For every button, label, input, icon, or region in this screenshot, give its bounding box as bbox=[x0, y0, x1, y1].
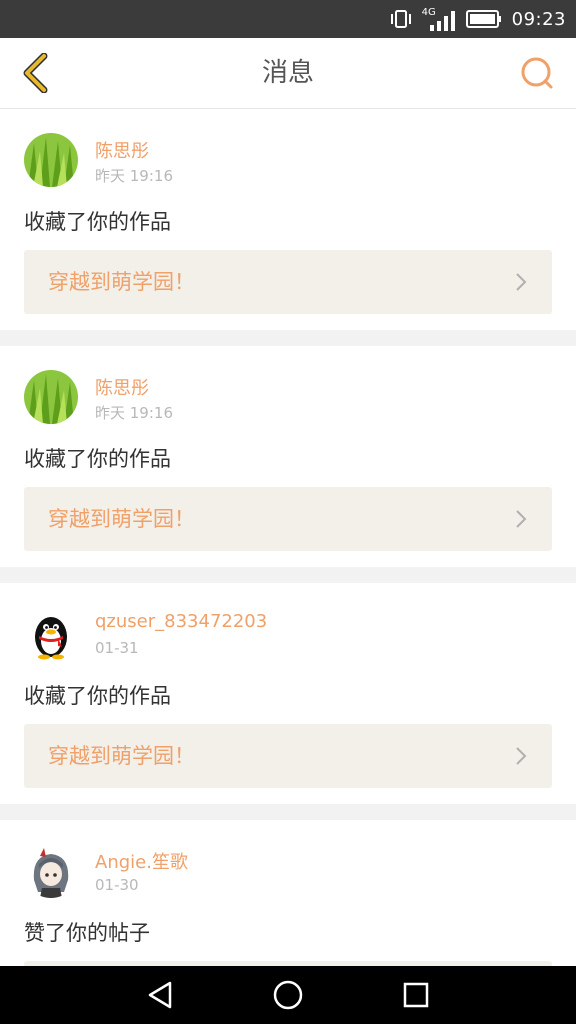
avatar[interactable] bbox=[24, 607, 78, 661]
work-title: 穿越到萌学园！ bbox=[48, 270, 195, 294]
username[interactable]: 陈思彤 bbox=[95, 374, 149, 400]
grass-avatar-icon bbox=[24, 370, 78, 424]
chevron-right-icon bbox=[516, 747, 527, 765]
work-link[interactable]: 穿越到萌学园！ bbox=[24, 487, 552, 551]
avatar[interactable] bbox=[24, 370, 78, 424]
message-card: qzuser_833472203 01-31 收藏了你的作品 穿越到萌学园！ bbox=[0, 583, 576, 804]
page-title: 消息 bbox=[261, 58, 314, 88]
battery-icon bbox=[465, 10, 501, 28]
chevron-right-icon bbox=[516, 273, 527, 291]
username[interactable]: 陈思彤 bbox=[95, 137, 149, 163]
message-card: 陈思彤 昨天 19:16 收藏了你的作品 穿越到萌学园！ bbox=[0, 109, 576, 330]
anime-girl-avatar-icon bbox=[33, 848, 69, 898]
vibrate-icon bbox=[390, 10, 411, 28]
action-text: 收藏了你的作品 bbox=[24, 684, 171, 708]
message-time: 昨天 19:16 bbox=[95, 167, 173, 185]
action-text: 赞了你的帖子 bbox=[24, 921, 150, 945]
recents-square-icon bbox=[403, 982, 429, 1008]
penguin-avatar-icon bbox=[35, 617, 67, 660]
status-time: 09:23 bbox=[511, 8, 566, 30]
avatar[interactable] bbox=[24, 133, 78, 187]
work-title: 穿越到萌学园！ bbox=[48, 507, 195, 531]
header: 消息 bbox=[0, 38, 576, 109]
search-button[interactable] bbox=[516, 52, 558, 94]
username[interactable]: qzuser_833472203 bbox=[95, 611, 267, 632]
nav-recents-button[interactable] bbox=[396, 975, 436, 1015]
message-list: 陈思彤 昨天 19:16 收藏了你的作品 穿越到萌学园！ 陈思彤 昨天 19:1… bbox=[0, 109, 576, 966]
avatar[interactable] bbox=[24, 844, 78, 898]
back-triangle-icon bbox=[148, 981, 172, 1009]
message-card: 陈思彤 昨天 19:16 收藏了你的作品 穿越到萌学园！ bbox=[0, 346, 576, 567]
message-time: 01-30 bbox=[95, 876, 139, 894]
work-link[interactable]: 穿越到萌学园！ bbox=[24, 250, 552, 314]
message-time: 01-31 bbox=[95, 639, 139, 657]
nav-back-button[interactable] bbox=[140, 975, 180, 1015]
message-time: 昨天 19:16 bbox=[95, 404, 173, 422]
home-circle-icon bbox=[273, 980, 303, 1010]
nav-home-button[interactable] bbox=[268, 975, 308, 1015]
status-bar: 4G 09:23 bbox=[0, 0, 576, 38]
username[interactable]: Angie.笙歌 bbox=[95, 848, 188, 874]
signal-icon bbox=[429, 11, 455, 31]
message-card: Angie.笙歌 01-30 赞了你的帖子 bbox=[0, 820, 576, 966]
action-text: 收藏了你的作品 bbox=[24, 447, 171, 471]
search-icon bbox=[521, 57, 553, 89]
work-title: 穿越到萌学园！ bbox=[48, 744, 195, 768]
work-link[interactable]: 穿越到萌学园！ bbox=[24, 724, 552, 788]
chevron-right-icon bbox=[516, 510, 527, 528]
navigation-bar bbox=[0, 966, 576, 1024]
grass-avatar-icon bbox=[24, 133, 78, 187]
action-text: 收藏了你的作品 bbox=[24, 210, 171, 234]
